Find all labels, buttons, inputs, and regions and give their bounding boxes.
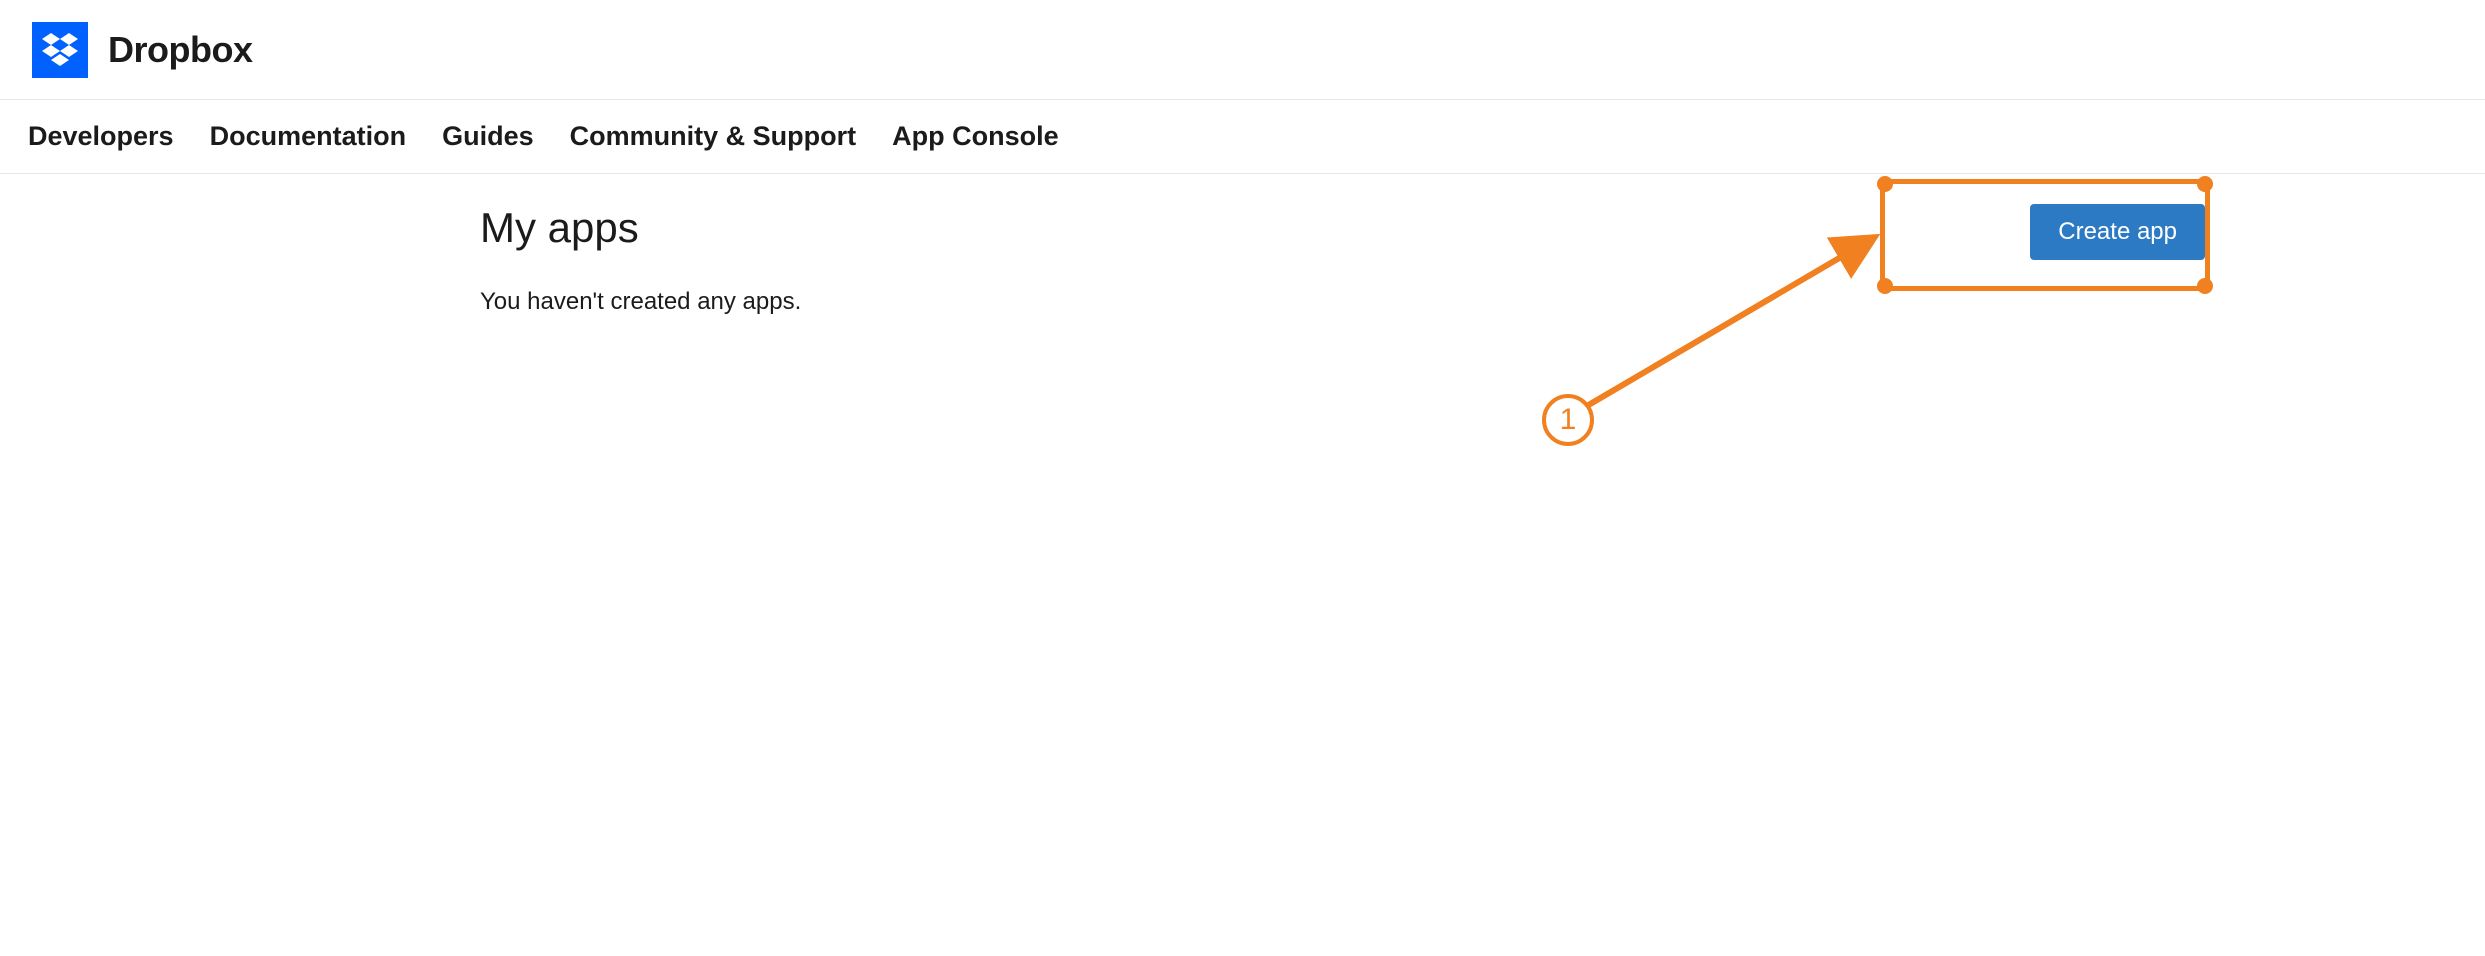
page-title: My apps xyxy=(480,204,2205,252)
nav-guides[interactable]: Guides xyxy=(424,121,552,152)
main-area: My apps You haven't created any apps. Cr… xyxy=(0,174,2485,316)
brand-bar: Dropbox xyxy=(0,0,2485,100)
nav-developers[interactable]: Developers xyxy=(10,121,192,152)
brand-name[interactable]: Dropbox xyxy=(108,29,253,71)
create-app-button[interactable]: Create app xyxy=(2030,204,2205,260)
annotation-step-number: 1 xyxy=(1542,394,1594,446)
dropbox-logo-icon[interactable] xyxy=(32,22,88,78)
empty-state-message: You haven't created any apps. xyxy=(480,288,2205,316)
nav-documentation[interactable]: Documentation xyxy=(192,121,425,152)
nav-app-console[interactable]: App Console xyxy=(874,121,1077,152)
primary-nav: Developers Documentation Guides Communit… xyxy=(0,100,2485,174)
nav-community[interactable]: Community & Support xyxy=(552,121,874,152)
annotation-step-number-label: 1 xyxy=(1560,403,1577,437)
